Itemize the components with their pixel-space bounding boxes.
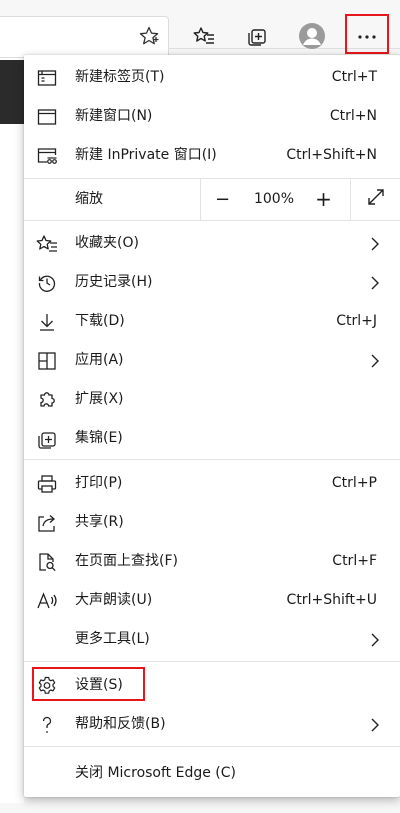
fullscreen-expand-icon [366,187,386,211]
menu-divider [24,459,400,460]
printer-icon [36,473,58,495]
menu-item-shortcut: Ctrl+Shift+N [286,147,377,163]
collections-icon [36,428,58,450]
menu-item-apps[interactable]: 应用(A) [24,342,400,378]
menu-item-label: 在页面上查找(F) [75,553,178,569]
more-ellipsis-icon [357,25,377,44]
favorite-star-icon[interactable] [138,25,160,47]
menu-item-help-and-feedback[interactable]: 帮助和反馈(B) [24,706,400,742]
profile-button[interactable] [294,16,330,56]
favorites-button[interactable] [186,16,222,56]
menu-item-new-inprivate-window[interactable]: 新建 InPrivate 窗口(I) Ctrl+Shift+N [24,137,400,173]
new-tab-icon [36,67,58,89]
menu-item-label: 新建标签页(T) [75,69,165,85]
menu-divider [24,746,400,747]
zoom-row: 缩放 − 100% + [24,178,400,220]
menu-item-history[interactable]: 历史记录(H) [24,264,400,300]
menu-divider [24,661,400,662]
menu-item-extensions[interactable]: 扩展(X) [24,381,400,417]
zoom-in-button[interactable]: + [302,178,345,220]
fullscreen-button[interactable] [351,178,400,220]
inprivate-window-icon [36,145,58,167]
menu-item-shortcut: Ctrl+F [332,553,377,569]
menu-item-label: 扩展(X) [75,391,124,407]
menu-item-label: 新建 InPrivate 窗口(I) [75,147,217,163]
minus-icon: − [214,188,231,210]
settings-and-more-menu: 新建标签页(T) Ctrl+T 新建窗口(N) Ctrl+N 新建 InPriv… [24,55,400,797]
menu-item-close-edge[interactable]: 关闭 Microsoft Edge (C) [24,755,400,791]
address-bar[interactable] [0,16,169,58]
menu-item-shortcut: Ctrl+Shift+U [286,592,377,608]
history-clock-icon [36,272,58,294]
menu-item-new-window[interactable]: 新建窗口(N) Ctrl+N [24,98,400,134]
menu-item-label: 帮助和反馈(B) [75,716,166,732]
menu-item-label: 新建窗口(N) [75,108,153,124]
menu-item-label: 集锦(E) [75,430,123,446]
menu-item-print[interactable]: 打印(P) Ctrl+P [24,465,400,501]
settings-highlight-box [32,667,145,701]
menu-item-label: 打印(P) [75,475,123,491]
chevron-right-icon [368,235,382,253]
menu-item-label: 大声朗读(U) [75,592,153,608]
chevron-right-icon [368,352,382,370]
menu-item-label: 收藏夹(O) [75,235,139,251]
collections-icon [246,25,268,47]
apps-grid-icon [36,350,58,372]
menu-item-label: 下载(D) [75,313,125,329]
zoom-out-button[interactable]: − [201,178,244,220]
menu-item-label: 历史记录(H) [75,274,153,290]
menu-divider [24,220,400,221]
menu-item-find-on-page[interactable]: 在页面上查找(F) Ctrl+F [24,543,400,579]
menu-item-label: 应用(A) [75,352,124,368]
menu-item-downloads[interactable]: 下载(D) Ctrl+J [24,303,400,339]
menu-item-share[interactable]: 共享(R) [24,504,400,540]
menu-item-new-tab[interactable]: 新建标签页(T) Ctrl+T [24,59,400,95]
help-question-icon [36,714,58,736]
menu-item-shortcut: Ctrl+T [331,69,377,85]
menu-item-label: 共享(R) [75,514,124,530]
menu-item-shortcut: Ctrl+J [336,313,377,329]
extensions-puzzle-icon [36,389,58,411]
page-header-strip [0,60,24,124]
more-button[interactable] [345,14,389,54]
browser-toolbar [0,0,400,58]
new-window-icon [36,106,58,128]
chevron-right-icon [368,631,382,649]
download-icon [36,311,58,333]
read-aloud-icon [36,590,58,612]
collections-button[interactable] [239,16,275,56]
zoom-level-value: 100% [253,191,295,207]
chevron-right-icon [368,274,382,292]
share-icon [36,512,58,534]
favorites-list-icon [193,25,215,47]
plus-icon: + [315,187,332,211]
menu-item-label: 关闭 Microsoft Edge (C) [75,765,236,781]
menu-item-shortcut: Ctrl+P [331,475,377,491]
menu-item-more-tools[interactable]: 更多工具(L) [24,621,400,657]
page-content [0,58,24,803]
profile-avatar-icon [298,22,326,50]
menu-item-collections[interactable]: 集锦(E) [24,420,400,456]
menu-item-label: 更多工具(L) [75,631,150,647]
menu-item-read-aloud[interactable]: 大声朗读(U) Ctrl+Shift+U [24,582,400,618]
favorites-list-icon [36,233,58,255]
chevron-right-icon [368,716,382,734]
zoom-label: 缩放 [75,191,103,207]
find-in-page-icon [36,551,58,573]
menu-item-shortcut: Ctrl+N [329,108,377,124]
menu-item-favorites[interactable]: 收藏夹(O) [24,225,400,261]
